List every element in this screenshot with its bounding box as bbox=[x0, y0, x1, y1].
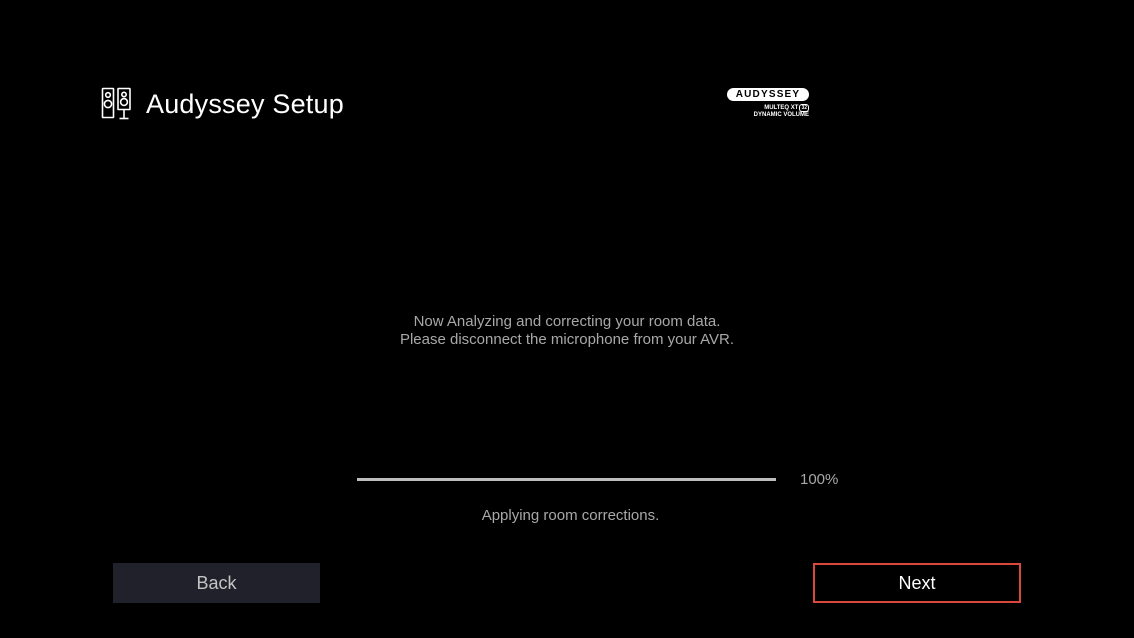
dynamic-volume-label: DYNAMIC VOLUME bbox=[753, 112, 809, 118]
audyssey-logo-wordmark: AUDYSSEY bbox=[727, 88, 809, 101]
instruction-line-1: Now Analyzing and correcting your room d… bbox=[413, 313, 721, 330]
progress-bar-fill bbox=[357, 478, 776, 481]
progress-status: Applying room corrections. bbox=[481, 507, 660, 524]
progress-bar bbox=[357, 478, 776, 481]
instruction-line-2: Please disconnect the microphone from yo… bbox=[399, 331, 735, 348]
audyssey-logo: AUDYSSEY MULTEQ XT 32 DYNAMIC VOLUME bbox=[727, 88, 811, 120]
page-title: Audyssey Setup bbox=[146, 88, 344, 119]
next-button[interactable]: Next bbox=[813, 563, 1021, 603]
page-header: Audyssey Setup bbox=[101, 86, 344, 122]
progress-percent: 100% bbox=[800, 471, 839, 488]
back-button[interactable]: Back bbox=[113, 563, 320, 603]
speakers-icon bbox=[101, 87, 131, 120]
